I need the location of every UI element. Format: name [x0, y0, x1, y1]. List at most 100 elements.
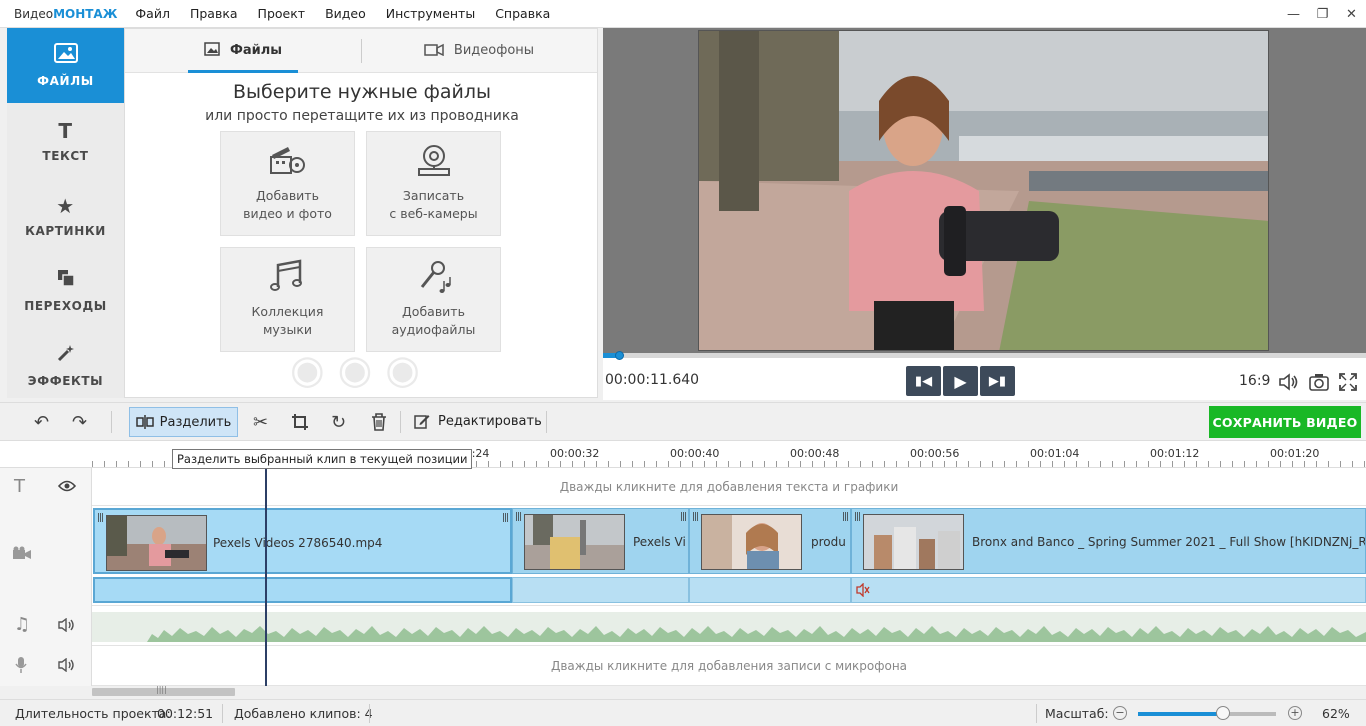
track-headers: T ♫ — [0, 468, 92, 686]
skip-back-icon: ▮◀ — [914, 373, 933, 389]
clip-name: Pexels Vi — [633, 535, 685, 549]
prev-frame-button[interactable]: ▮◀ — [906, 366, 941, 396]
music-notes-icon — [269, 259, 302, 291]
next-frame-button[interactable]: ▶▮ — [980, 366, 1015, 396]
decorative-watermark: ◉ ◉ ◉ — [289, 347, 421, 393]
clip-audio[interactable] — [93, 577, 512, 603]
clip-handle[interactable]: ||| — [97, 513, 104, 523]
tile-label: Коллекция — [251, 304, 324, 319]
minimize-icon[interactable]: — — [1279, 0, 1308, 28]
delete-icon[interactable] — [371, 413, 387, 431]
restore-icon[interactable]: ❐ — [1308, 0, 1337, 28]
mic-volume-icon[interactable] — [58, 658, 76, 672]
tab-divider — [361, 39, 362, 63]
clip-handle[interactable]: ||| — [515, 512, 522, 522]
sidebar-item-label: КАРТИНКИ — [25, 223, 106, 238]
image-icon — [53, 43, 78, 68]
sidebar-item-transitions[interactable]: ПЕРЕХОДЫ — [7, 253, 124, 328]
playhead[interactable] — [265, 468, 267, 686]
clip-thumbnail — [524, 514, 625, 570]
zoom-out-icon[interactable]: − — [1113, 706, 1127, 720]
video-preview — [603, 28, 1366, 353]
redo-icon[interactable]: ↷ — [72, 412, 87, 433]
timecode: 00:00:11.640 — [605, 372, 700, 388]
status-bar: Длительность проекта: 00:12:51 Добавлено… — [0, 699, 1366, 726]
clip-handle[interactable]: ||| — [854, 512, 861, 522]
tab-backgrounds[interactable]: Видеофоны — [361, 29, 597, 72]
menu-edit[interactable]: Правка — [190, 6, 238, 21]
mic-track[interactable]: Дважды кликните для добавления записи с … — [0, 646, 1366, 686]
video-background-icon — [424, 42, 444, 60]
sidebar-item-label: ФАЙЛЫ — [37, 74, 94, 88]
music-waveform[interactable] — [92, 612, 1366, 642]
clip-handle[interactable]: ||| — [692, 512, 699, 522]
eye-icon[interactable] — [58, 480, 76, 492]
aspect-ratio[interactable]: 16:9 — [1239, 373, 1270, 389]
crop-icon[interactable] — [291, 413, 309, 431]
duration-value: 00:12:51 — [157, 706, 214, 721]
music-track-icon: ♫ — [14, 614, 31, 635]
split-tooltip: Разделить выбранный клип в текущей позиц… — [172, 449, 473, 469]
zoom-slider-knob[interactable] — [1216, 706, 1230, 720]
clip-handle[interactable]: ||| — [502, 513, 509, 523]
menu-tools[interactable]: Инструменты — [386, 6, 475, 21]
sidebar-item-images[interactable]: ★ КАРТИНКИ — [7, 178, 124, 253]
clip-name: Bronx and Banco _ Spring Summer 2021 _ F… — [972, 535, 1365, 549]
pencil-icon — [414, 415, 430, 429]
clip-handle[interactable]: ||| — [680, 512, 687, 522]
edit-button[interactable]: Редактировать — [414, 413, 542, 429]
zoom-slider[interactable] — [1138, 712, 1276, 716]
video-clip[interactable]: ||| ||| produ — [689, 508, 851, 574]
close-icon[interactable]: ✕ — [1337, 0, 1366, 28]
clip-audio[interactable] — [851, 577, 1366, 603]
clip-thumbnail — [863, 514, 964, 570]
tile-label: Добавить — [402, 304, 465, 319]
tile-label: Записать — [402, 188, 465, 203]
playback-progress[interactable] — [603, 351, 1366, 360]
clip-handle[interactable]: ||| — [842, 512, 849, 522]
app-logo: ВидеоМОНТАЖ — [14, 6, 118, 21]
webcam-icon — [417, 145, 450, 176]
sidebar-item-label: ТЕКСТ — [42, 148, 89, 163]
clip-audio[interactable] — [512, 577, 689, 603]
menu-video[interactable]: Видео — [325, 6, 366, 21]
sidebar-item-effects[interactable]: ЭФФЕКТЫ — [7, 328, 124, 403]
ruler-label: 00:00:48 — [790, 447, 840, 460]
scissors-icon[interactable]: ✂ — [253, 412, 268, 433]
add-audio-tile[interactable]: Добавить аудиофайлы — [366, 247, 501, 352]
progress-knob[interactable] — [615, 351, 624, 360]
undo-icon[interactable]: ↶ — [34, 412, 49, 433]
snapshot-icon[interactable] — [1308, 372, 1330, 392]
play-button[interactable]: ▶ — [943, 366, 978, 396]
scrollbar-thumb[interactable]: |||| — [92, 685, 235, 696]
ruler-label: 00:01:04 — [1030, 447, 1080, 460]
sidebar-item-text[interactable]: T ТЕКСТ — [7, 103, 124, 178]
ruler-label: 00:00:32 — [550, 447, 600, 460]
timeline-scrollbar[interactable]: |||| — [92, 685, 1366, 698]
add-video-photo-tile[interactable]: Добавить видео и фото — [220, 131, 355, 236]
clips-count: Добавлено клипов: 4 — [234, 706, 373, 721]
zoom-in-icon[interactable]: + — [1288, 706, 1302, 720]
music-volume-icon[interactable] — [58, 618, 76, 632]
menu-file[interactable]: Файл — [135, 6, 170, 21]
play-icon: ▶ — [954, 371, 967, 391]
video-clip[interactable]: ||| ||| Pexels Vi — [512, 508, 689, 574]
sidebar-item-files[interactable]: ФАЙЛЫ — [7, 28, 131, 103]
rotate-icon[interactable]: ↻ — [331, 412, 346, 433]
split-button[interactable]: Разделить — [129, 407, 238, 437]
text-track[interactable]: Дважды кликните для добавления текста и … — [0, 468, 1366, 506]
save-video-button[interactable]: СОХРАНИТЬ ВИДЕО — [1209, 406, 1361, 438]
menu-project[interactable]: Проект — [258, 6, 306, 21]
music-collection-tile[interactable]: Коллекция музыки — [220, 247, 355, 352]
video-clip[interactable]: ||| ||| Pexels Videos 2786540.mp4 — [93, 508, 512, 574]
transitions-icon — [56, 268, 76, 293]
fullscreen-icon[interactable] — [1338, 372, 1358, 392]
tab-files[interactable]: Файлы — [125, 29, 361, 72]
volume-icon[interactable] — [1278, 373, 1300, 391]
video-clip[interactable]: ||| Bronx and Banco _ Spring Summer 2021… — [851, 508, 1366, 574]
webcam-record-tile[interactable]: Записать с веб-камеры — [366, 131, 501, 236]
muted-icon[interactable] — [856, 583, 870, 597]
clip-audio[interactable] — [689, 577, 851, 603]
menu-help[interactable]: Справка — [495, 6, 550, 21]
tile-label: с веб-камеры — [389, 206, 478, 221]
